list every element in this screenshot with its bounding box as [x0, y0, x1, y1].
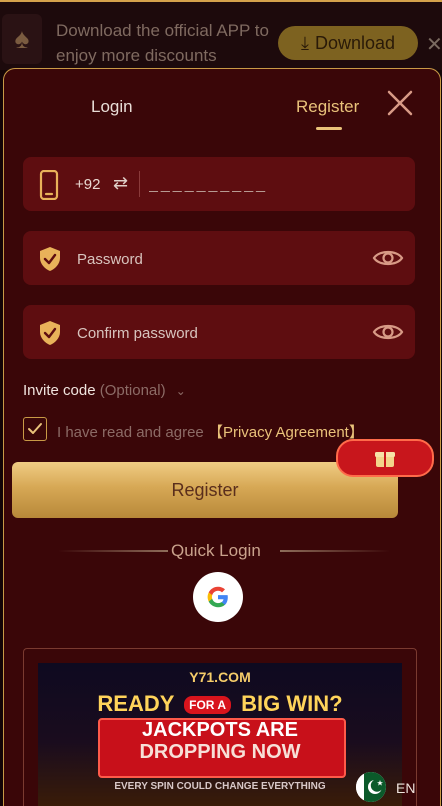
phone-input[interactable] [147, 170, 401, 200]
quick-login-divider-left [58, 550, 168, 552]
tab-login[interactable]: Login [91, 97, 133, 117]
swap-icon[interactable]: ⇄ [113, 173, 128, 194]
google-login-button[interactable] [193, 572, 243, 622]
banner-jackpot-line1: JACKPOTS ARE [142, 719, 298, 741]
app-promo-text: Download the official APP to enjoy more … [56, 21, 269, 65]
banner-headline-c: BIG WIN? [241, 691, 343, 716]
agreement-checkbox[interactable] [23, 417, 47, 441]
register-modal: Login Register +92 ⇄ __________ Invite c… [3, 68, 441, 806]
app-download-bar: ♠ Download the official APP to enjoy mor… [0, 0, 442, 70]
confirm-password-input[interactable] [75, 318, 349, 348]
gift-icon [375, 452, 395, 467]
phone-field: +92 ⇄ [23, 157, 415, 211]
country-code[interactable]: +92 [75, 176, 100, 193]
banner-tagline: EVERY SPIN COULD CHANGE EVERYTHING [114, 781, 326, 792]
shield-icon [40, 247, 60, 271]
invite-code-label: Invite code [23, 382, 96, 399]
agreement-label: I have read and agree [57, 424, 204, 441]
active-tab-indicator [316, 127, 342, 130]
invite-optional-label: (Optional) [99, 382, 166, 399]
banner-jackpot-line2: DROPPING NOW [139, 741, 301, 763]
pakistan-flag-icon[interactable] [356, 772, 386, 802]
eye-icon[interactable] [372, 244, 404, 272]
banner-headline: READY FOR A BIG WIN? [38, 691, 402, 717]
shield-icon [40, 321, 60, 345]
agreement-text: I have read and agree 【Privacy Agreement… [57, 421, 364, 442]
gift-badge[interactable] [336, 439, 434, 477]
download-button[interactable]: ⤓ Download [278, 26, 418, 60]
download-label: Download [314, 32, 396, 53]
phone-icon [39, 170, 59, 200]
password-input[interactable] [75, 244, 349, 274]
app-logo: ♠ [2, 14, 42, 64]
tab-register[interactable]: Register [296, 97, 359, 117]
privacy-agreement-link[interactable]: 【Privacy Agreement】 [208, 424, 364, 441]
field-divider [139, 171, 140, 197]
banner-headline-b: FOR A [184, 696, 232, 715]
banner-logo: Y71.COM [189, 669, 251, 685]
appbar-close-icon[interactable]: ✕ [426, 32, 442, 57]
promo-banner[interactable]: Y71.COM READY FOR A BIG WIN? JACKPOTS AR… [38, 663, 402, 806]
banner-headline-a: READY [97, 691, 175, 716]
language-code[interactable]: EN [396, 780, 415, 796]
confirm-password-field [23, 305, 415, 359]
chevron-down-icon: ⌄ [175, 384, 186, 398]
quick-login-divider-right [280, 550, 390, 552]
download-icon: ⤓ [300, 32, 309, 53]
quick-login-title: Quick Login [171, 541, 261, 560]
invite-code-toggle[interactable]: Invite code (Optional) ⌄ [23, 382, 186, 399]
close-icon[interactable] [386, 89, 414, 117]
password-field [23, 231, 415, 285]
eye-icon[interactable] [372, 318, 404, 346]
google-icon [207, 586, 228, 608]
